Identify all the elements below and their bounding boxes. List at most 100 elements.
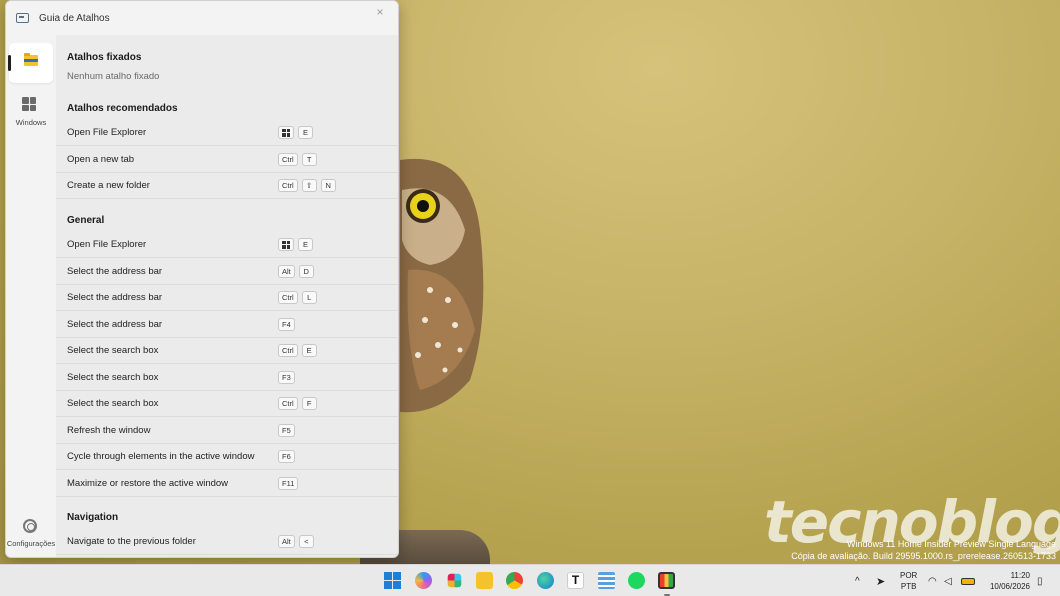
shortcut-label: Select the address bar: [67, 318, 163, 330]
notepad-icon[interactable]: [598, 572, 615, 589]
key-combination: F3: [278, 370, 295, 384]
shortcut-row[interactable]: Create a new folder Ctrl ⇧ N: [56, 173, 398, 199]
key-cap: F5: [278, 423, 295, 437]
shortcut-row[interactable]: Select the search box Ctrl F: [56, 391, 398, 417]
taskbar: T ^ ➤ POR PTB ◠ ◁ 11:20 10/06/2026 ▯: [0, 564, 1060, 596]
date-text: 10/06/2026: [989, 582, 1030, 591]
shortcut-row[interactable]: Refresh the window F5: [56, 418, 398, 444]
language-indicator[interactable]: POR PTB: [900, 570, 917, 592]
folder-icon: [24, 53, 38, 66]
key-cap: F: [301, 397, 317, 410]
battery-icon[interactable]: [961, 565, 975, 596]
shortcut-label: Create a new folder: [67, 180, 150, 191]
key-combination: Ctrl F: [278, 397, 317, 410]
key-cap: ⇧: [301, 179, 317, 192]
key-combination: Ctrl ⇧ N: [278, 179, 336, 192]
shortcut-label: Select the search box: [67, 345, 159, 356]
key-cap: F3: [278, 370, 295, 384]
keyboard-icon: [16, 13, 29, 23]
key-cap: Ctrl: [278, 152, 298, 166]
shortcut-label: Select the search box: [67, 371, 159, 383]
chevron-up-icon[interactable]: ^: [855, 565, 860, 596]
shortcut-label: Select the search box: [67, 398, 159, 409]
key-cap: Alt: [278, 264, 295, 278]
shortcut-row[interactable]: Maximize or restore the active window F11: [56, 471, 398, 497]
shortcut-label: Refresh the window: [67, 424, 151, 436]
key-cap: E: [298, 238, 313, 251]
key-cap: Ctrl: [278, 291, 298, 304]
key-combination: F4: [278, 317, 295, 331]
nav-item-file-explorer[interactable]: [8, 43, 53, 83]
slack-icon[interactable]: [447, 573, 462, 588]
build-line-2: Cópia de avaliação. Build 29595.1000.rs_…: [791, 551, 1056, 561]
shortcut-row[interactable]: Cycle through elements in the active win…: [56, 444, 398, 470]
active-indicator: [8, 55, 11, 71]
nav-label-windows: Windows: [15, 118, 47, 127]
build-line-1: Windows 11 Home Insider Preview Single L…: [847, 539, 1056, 549]
shortcut-label: Open a new tab: [67, 153, 135, 165]
build-info: Windows 11 Home Insider Preview Single L…: [791, 538, 1056, 562]
spotify-icon[interactable]: [628, 572, 645, 589]
language-code: POR: [900, 571, 918, 580]
pinned-title: Atalhos fixados: [67, 52, 142, 63]
key-combination: Alt <: [278, 535, 314, 548]
volume-icon[interactable]: ◁: [944, 565, 952, 596]
copilot-icon[interactable]: [415, 572, 432, 589]
key-combination: Ctrl L: [278, 291, 317, 304]
shortcut-row[interactable]: Open a new tab Ctrl T: [56, 147, 398, 173]
close-button[interactable]: ×: [370, 5, 390, 19]
shortcut-row[interactable]: Select the address bar Ctrl L: [56, 285, 398, 311]
key-cap: Ctrl: [278, 397, 298, 410]
key-combination: F5: [278, 423, 295, 437]
notification-icon[interactable]: ▯: [1037, 565, 1043, 596]
file-explorer-icon[interactable]: [476, 572, 493, 589]
keyboard-layout: PTB: [900, 582, 917, 591]
key-combination: F6: [278, 450, 295, 463]
typora-icon[interactable]: T: [567, 572, 584, 589]
shortcut-row[interactable]: Navigate to the previous folder Alt <: [56, 529, 398, 555]
key-combination: F11: [278, 476, 299, 490]
key-combination: Alt D: [278, 264, 314, 278]
shortcut-row[interactable]: Select the address bar Alt D: [56, 259, 398, 285]
window-title: Guia de Atalhos: [39, 12, 110, 24]
gear-icon: [23, 519, 37, 533]
navigation-title: Navigation: [67, 512, 119, 523]
wifi-icon[interactable]: ◠: [928, 565, 937, 596]
title-bar[interactable]: Guia de Atalhos ×: [6, 1, 398, 35]
time-text: 11:20: [1010, 571, 1030, 580]
key-combination: Ctrl T: [278, 152, 317, 166]
clock[interactable]: 11:20 10/06/2026: [990, 570, 1030, 592]
key-cap: Ctrl: [278, 179, 298, 192]
shortcut-label: Select the address bar: [67, 265, 163, 277]
key-cap: Alt: [278, 535, 295, 548]
key-cap: T: [301, 152, 317, 166]
key-cap: F11: [278, 476, 299, 490]
shortcut-row[interactable]: Open File Explorer E: [56, 120, 398, 146]
shortcuts-content[interactable]: Atalhos fixados Nenhum atalho fixado Ata…: [56, 35, 398, 557]
key-combination: E: [278, 238, 313, 251]
nav-label-settings: Configurações: [6, 539, 56, 548]
general-title: General: [67, 215, 105, 226]
shortcut-guide-window: Guia de Atalhos × Windows Configurações …: [5, 0, 399, 558]
shortcut-row[interactable]: Select the search box Ctrl E: [56, 338, 398, 364]
chrome-icon[interactable]: [506, 572, 523, 589]
shortcut-row[interactable]: Select the search box F3: [56, 365, 398, 391]
start-icon[interactable]: [384, 572, 401, 589]
edge-icon[interactable]: [537, 572, 554, 589]
windows-icon: [22, 97, 36, 111]
shortcut-row[interactable]: Open File Explorer E: [56, 232, 398, 258]
shortcut-label: Select the address bar: [67, 292, 163, 303]
key-cap: E: [301, 344, 317, 357]
key-cap: <: [298, 535, 314, 548]
shortcut-label: Navigate to the previous folder: [67, 536, 196, 547]
windows-key-icon: [278, 238, 294, 251]
side-navigation: Windows Configurações: [6, 35, 56, 557]
shortcut-label: Maximize or restore the active window: [67, 477, 229, 489]
location-icon[interactable]: ➤: [876, 565, 885, 596]
key-cap: F6: [278, 450, 295, 463]
shortcut-guide-icon[interactable]: [658, 572, 675, 589]
shortcut-row[interactable]: Select the address bar F4: [56, 312, 398, 338]
key-cap: N: [320, 179, 336, 192]
windows-key-icon: [278, 126, 294, 139]
key-cap: F4: [278, 317, 295, 331]
